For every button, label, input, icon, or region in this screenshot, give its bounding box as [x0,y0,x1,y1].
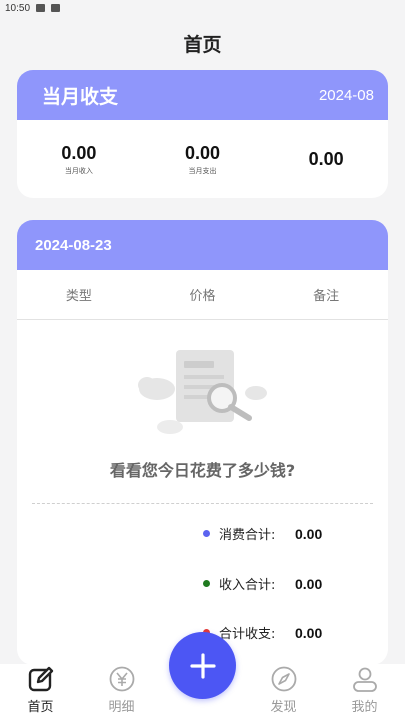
empty-document-illustration [138,350,267,434]
expense-total-label: 消费合计: [219,528,276,543]
monthly-expense-label: 当月支出 [188,166,217,175]
empty-state-text: 看看您今日花费了多少钱? [109,461,296,480]
net-total-value: 0.00 [295,624,323,641]
monthly-income-label: 当月收入 [64,166,93,175]
column-type: 类型 [65,289,92,304]
page-title: 首页 [183,34,222,56]
income-total-label: 收入合计: [219,578,276,593]
tab-mine[interactable]: 我的 [324,664,405,720]
add-record-button[interactable] [169,632,236,699]
monthly-balance-value: 0.00 [308,148,344,169]
income-total-row: 收入合计: 0.00 [203,574,322,593]
monthly-date[interactable]: 2024-08 [319,87,374,104]
monthly-title: 当月收支 [42,85,119,108]
monthly-balance-stat: 0.00 [264,149,388,170]
status-bar: 10:50 [0,0,405,16]
tab-home-label: 首页 [27,700,54,715]
monthly-header: 当月收支 2024-08 [17,70,388,120]
tab-discover-label: 发现 [270,700,297,715]
column-note: 备注 [313,289,340,304]
user-icon [352,667,377,692]
expense-total-row: 消费合计: 0.00 [203,524,322,543]
income-dot [203,580,210,587]
compass-icon [271,666,296,692]
tab-discover[interactable]: 发现 [243,664,324,720]
notification-icon [51,4,61,12]
yen-icon [109,666,134,692]
daily-table-header: 类型 价格 备注 [17,270,388,320]
column-price: 价格 [189,289,216,304]
image-icon [36,4,46,12]
net-total-label: 合计收支: [219,627,276,642]
tab-home[interactable]: 首页 [0,664,81,720]
empty-state: 看看您今日花费了多少钱? [17,345,388,505]
daily-card: 2024-08-23 类型 价格 备注 看看您今日花费了多少钱? 消费合计: 0… [17,220,388,665]
tab-details-label: 明细 [108,700,135,715]
expense-total-value: 0.00 [295,525,323,542]
tab-mine-label: 我的 [351,700,378,715]
plus-icon [189,652,216,679]
tab-details[interactable]: 明细 [81,664,162,720]
divider [32,503,373,504]
status-time: 10:50 [5,2,31,14]
monthly-expense-stat: 0.00 当月支出 [141,143,265,176]
monthly-expense-value: 0.00 [184,142,221,163]
expense-dot [203,530,210,537]
edit-icon [28,666,53,692]
income-total-value: 0.00 [295,575,323,592]
daily-date[interactable]: 2024-08-23 [17,220,388,270]
monthly-income-value: 0.00 [61,142,97,163]
monthly-summary-card: 当月收支 2024-08 0.00 当月收入 0.00 当月支出 0.00 [17,70,388,198]
monthly-income-stat: 0.00 当月收入 [17,143,141,176]
